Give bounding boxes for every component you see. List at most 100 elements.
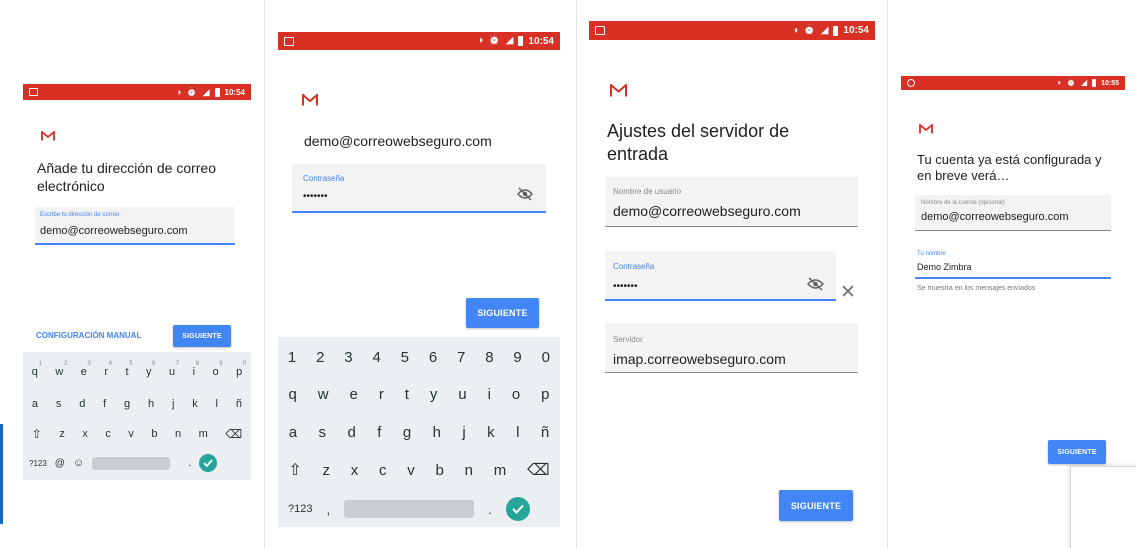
next-button[interactable]: SIGUIENTE: [1048, 440, 1106, 464]
backspace-icon[interactable]: ⌫: [527, 460, 550, 480]
username-field-label: Nombre de usuario: [613, 187, 682, 196]
key-r[interactable]: r4: [104, 361, 112, 378]
key-period[interactable]: .: [488, 502, 492, 517]
status-bar: ◑ ⏰ ◢ 10:55: [901, 76, 1125, 90]
key-period[interactable]: .: [188, 457, 191, 469]
key-q[interactable]: q: [288, 386, 296, 403]
key-l[interactable]: l: [216, 398, 218, 410]
key-k[interactable]: k: [487, 424, 495, 441]
key-comma[interactable]: ,: [326, 502, 330, 517]
key-o[interactable]: o9: [213, 361, 223, 378]
key-0[interactable]: 0: [542, 349, 550, 366]
key-w[interactable]: w2: [55, 361, 67, 378]
key-k[interactable]: k: [192, 398, 198, 410]
key-f[interactable]: f: [103, 398, 106, 410]
key-z[interactable]: z: [59, 428, 65, 440]
key-p[interactable]: p0: [236, 361, 246, 378]
spacebar[interactable]: [344, 500, 475, 518]
key-l[interactable]: l: [516, 424, 519, 441]
key-symbols[interactable]: ?123: [29, 459, 47, 468]
key-t[interactable]: t: [405, 386, 409, 403]
key-m[interactable]: m: [199, 428, 208, 440]
key-b[interactable]: b: [151, 428, 157, 440]
key-b[interactable]: b: [436, 462, 444, 479]
username-field[interactable]: Nombre de usuario demo@correowebseguro.c…: [605, 177, 858, 227]
manual-config-button[interactable]: CONFIGURACIÓN MANUAL: [36, 331, 141, 340]
eye-off-icon[interactable]: [807, 277, 824, 291]
key-x[interactable]: x: [351, 462, 359, 479]
key-s[interactable]: s: [56, 398, 62, 410]
key-9[interactable]: 9: [513, 349, 521, 366]
key-6[interactable]: 6: [429, 349, 437, 366]
key-e[interactable]: e3: [81, 361, 91, 378]
shift-icon[interactable]: ⇧: [32, 427, 42, 441]
key-d[interactable]: d: [347, 424, 355, 441]
key-i[interactable]: i: [488, 386, 491, 403]
battery-icon: [1092, 79, 1097, 87]
key-a[interactable]: a: [289, 424, 297, 441]
key-i[interactable]: i8: [193, 361, 199, 378]
key-at[interactable]: @: [55, 458, 65, 469]
key-v[interactable]: v: [128, 428, 134, 440]
key-2[interactable]: 2: [316, 349, 324, 366]
key-c[interactable]: c: [379, 462, 387, 479]
enter-key[interactable]: [505, 497, 530, 521]
key-3[interactable]: 3: [344, 349, 352, 366]
key-n[interactable]: n: [175, 428, 181, 440]
password-field[interactable]: Contraseña •••••••: [605, 251, 836, 301]
key-g[interactable]: g: [403, 424, 411, 441]
key-d[interactable]: d: [79, 398, 85, 410]
backspace-icon[interactable]: ⌫: [225, 427, 242, 441]
key-m[interactable]: m: [494, 462, 507, 479]
key-n-tilde[interactable]: ñ: [236, 398, 242, 410]
emoji-icon[interactable]: ☺: [73, 457, 84, 469]
key-q[interactable]: q1: [32, 361, 42, 378]
key-j[interactable]: j: [462, 424, 465, 441]
key-1[interactable]: 1: [288, 349, 296, 366]
key-r[interactable]: r: [379, 386, 384, 403]
key-h[interactable]: h: [148, 398, 154, 410]
key-z[interactable]: z: [323, 462, 331, 479]
key-symbols[interactable]: ?123: [288, 503, 312, 515]
next-button[interactable]: SIGUIENTE: [173, 325, 231, 347]
key-8[interactable]: 8: [485, 349, 493, 366]
key-y[interactable]: y6: [146, 361, 156, 378]
key-u[interactable]: u7: [169, 361, 179, 378]
key-g[interactable]: g: [124, 398, 130, 410]
key-a[interactable]: a: [32, 398, 38, 410]
page-title: Añade tu dirección de correo electrónico: [37, 160, 216, 194]
next-button[interactable]: SIGUIENTE: [779, 490, 853, 521]
email-field[interactable]: Escribe tu dirección de correo demo@corr…: [35, 207, 235, 245]
key-n[interactable]: n: [465, 462, 473, 479]
key-f[interactable]: f: [377, 424, 381, 441]
key-x[interactable]: x: [82, 428, 88, 440]
enter-key[interactable]: [199, 454, 218, 472]
your-name-field[interactable]: Tu nombre Demo Zimbra: [915, 246, 1111, 279]
key-h[interactable]: h: [433, 424, 441, 441]
key-t[interactable]: t5: [125, 361, 132, 378]
key-j[interactable]: j: [172, 398, 174, 410]
key-7[interactable]: 7: [457, 349, 465, 366]
key-w[interactable]: w: [318, 386, 329, 403]
key-o[interactable]: o: [512, 386, 520, 403]
key-n-tilde[interactable]: ñ: [541, 424, 549, 441]
account-name-field[interactable]: Nombre de la cuenta (opcional) demo@corr…: [915, 195, 1111, 231]
eye-off-icon[interactable]: [517, 187, 533, 201]
key-4[interactable]: 4: [372, 349, 380, 366]
check-icon: [512, 504, 524, 514]
key-y[interactable]: y: [430, 386, 438, 403]
key-s[interactable]: s: [319, 424, 327, 441]
gmail-m-icon: [302, 94, 318, 106]
key-c[interactable]: c: [105, 428, 111, 440]
key-u[interactable]: u: [458, 386, 466, 403]
password-field[interactable]: Contraseña •••••••: [292, 164, 546, 213]
next-button[interactable]: SIGUIENTE: [466, 298, 539, 328]
close-icon[interactable]: ✕: [840, 281, 856, 304]
key-e[interactable]: e: [350, 386, 358, 403]
key-p[interactable]: p: [541, 386, 549, 403]
spacebar[interactable]: [92, 456, 171, 470]
server-field[interactable]: Servidor imap.correowebseguro.com: [605, 323, 858, 373]
key-5[interactable]: 5: [401, 349, 409, 366]
key-v[interactable]: v: [407, 462, 415, 479]
shift-icon[interactable]: ⇧: [288, 460, 301, 480]
